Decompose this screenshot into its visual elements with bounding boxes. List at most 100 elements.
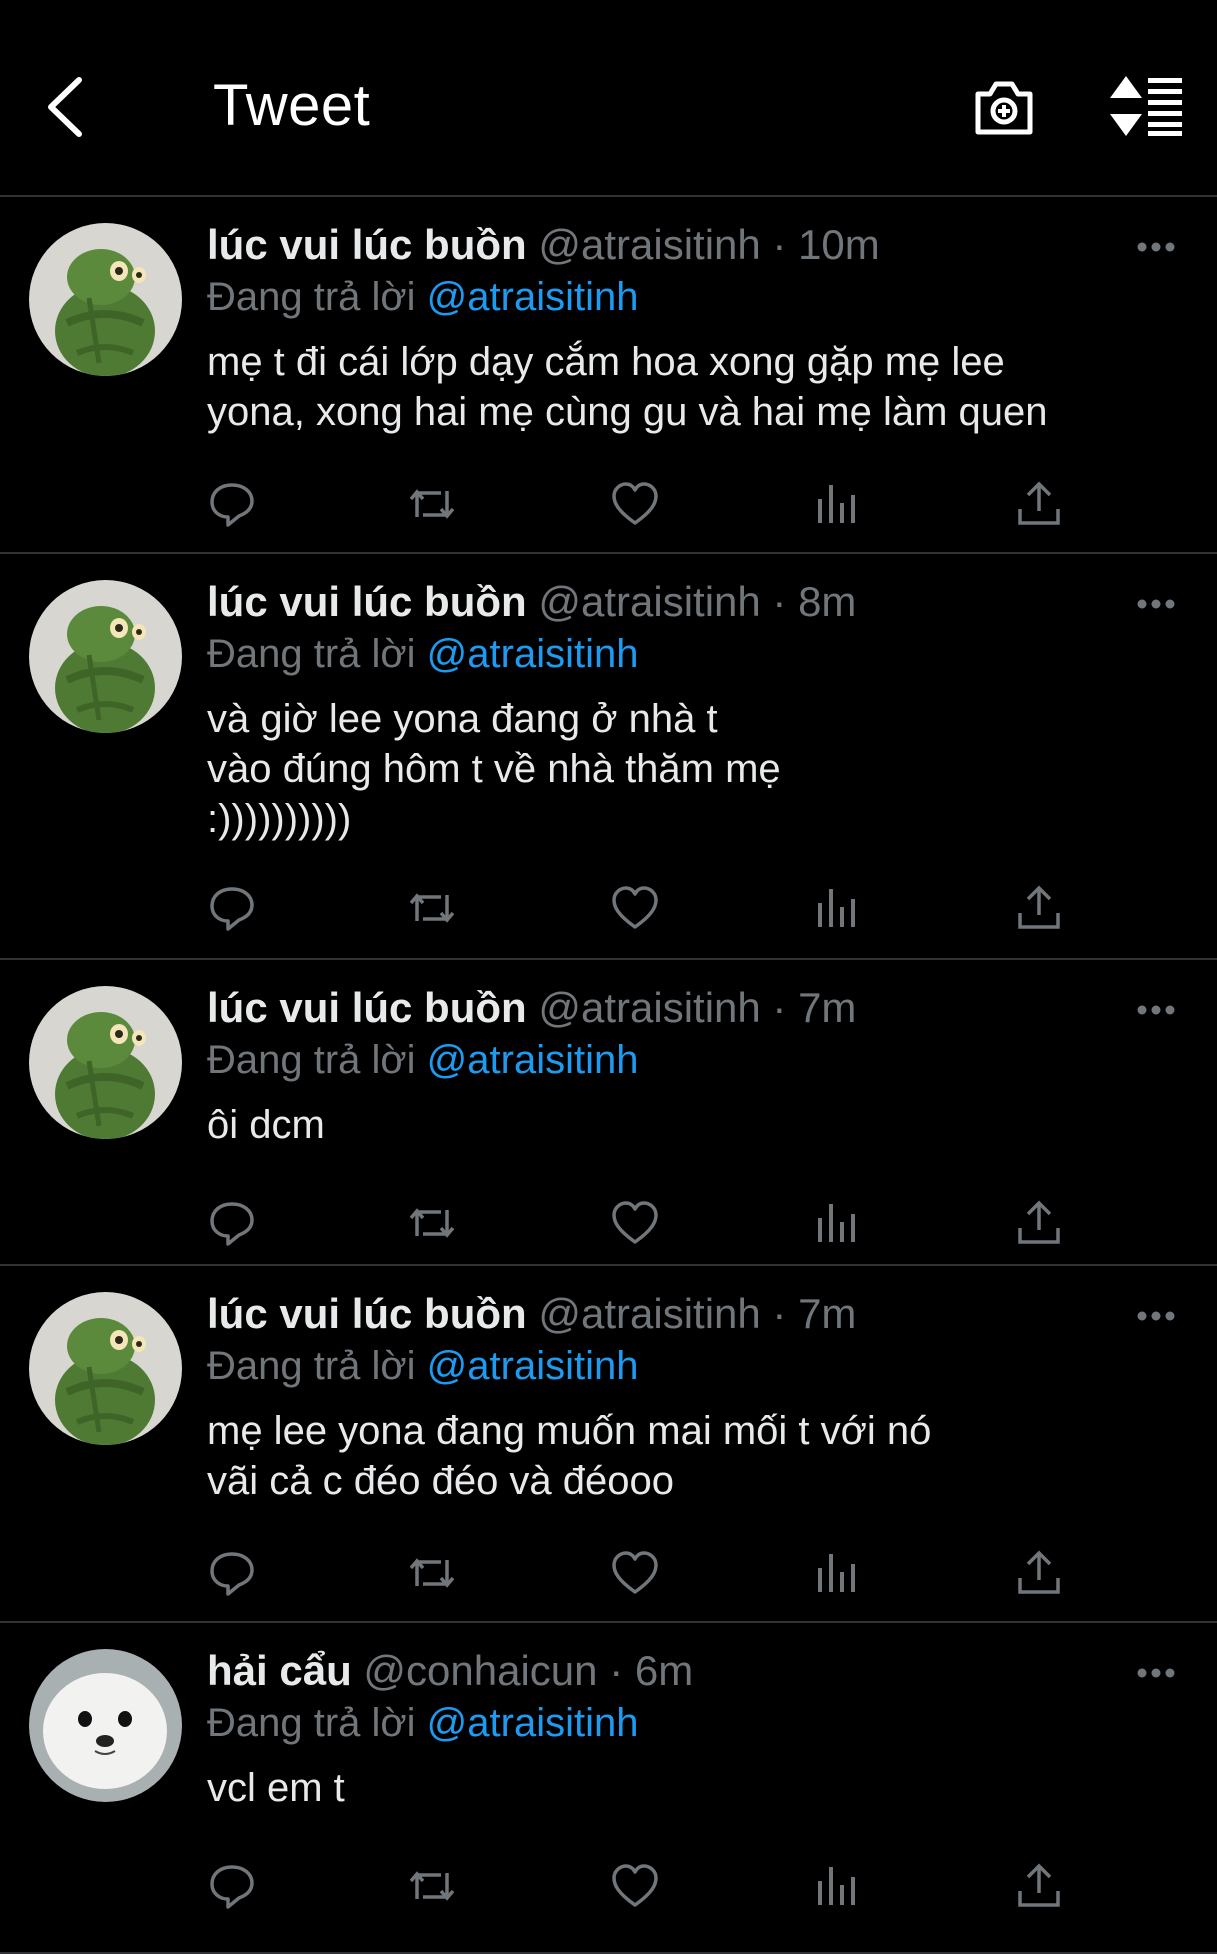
camera-add-button[interactable] <box>972 76 1036 140</box>
heart-icon <box>612 1864 658 1907</box>
user-handle[interactable]: @conhaicun <box>363 1647 597 1694</box>
share-icon <box>1018 481 1060 525</box>
avatar[interactable] <box>29 580 182 733</box>
retweet-icon <box>409 489 455 519</box>
like-button[interactable] <box>610 1861 660 1911</box>
heart-icon <box>612 1551 658 1594</box>
tweet-actions <box>207 479 1067 529</box>
tweet-header: hải cẩu @conhaicun · 6m <box>207 1645 693 1697</box>
tweet-header: lúc vui lúc buồn @atraisitinh · 10m <box>207 219 880 271</box>
reply-icon <box>210 1865 254 1909</box>
tweet[interactable]: lúc vui lúc buồn @atraisitinh · 7m Đang t… <box>0 1266 1217 1623</box>
user-handle[interactable]: @atraisitinh <box>538 1290 760 1337</box>
tweet-text: vcl em t <box>207 1766 345 1810</box>
reply-button[interactable] <box>207 883 257 933</box>
share-button[interactable] <box>1014 1198 1064 1248</box>
display-name[interactable]: lúc vui lúc buồn <box>207 984 527 1031</box>
reply-icon <box>210 887 254 931</box>
reply-button[interactable] <box>207 1198 257 1248</box>
replying-to-label: Đang trả lời <box>207 1701 416 1745</box>
retweet-button[interactable] <box>407 1548 457 1598</box>
more-options-button[interactable] <box>1136 1663 1176 1683</box>
replying-to-label: Đang trả lời <box>207 1038 416 1082</box>
tweet-header: lúc vui lúc buồn @atraisitinh · 7m <box>207 1288 856 1340</box>
replying-to-label: Đang trả lời <box>207 632 416 676</box>
avatar[interactable] <box>29 986 182 1139</box>
mention-link[interactable]: @atraisitinh <box>427 275 639 319</box>
replying-to-label: Đang trả lời <box>207 1344 416 1388</box>
frog-avatar-image <box>29 986 182 1139</box>
views-button[interactable] <box>812 1548 862 1598</box>
tweet[interactable]: hải cẩu @conhaicun · 6m Đang trả lời @atr… <box>0 1623 1217 1954</box>
tweet-actions <box>207 1861 1067 1911</box>
share-icon <box>1018 1863 1060 1907</box>
replying-to-label: Đang trả lời <box>207 275 416 319</box>
reply-icon <box>210 1202 254 1246</box>
retweet-button[interactable] <box>407 479 457 529</box>
reply-button[interactable] <box>207 1861 257 1911</box>
share-icon <box>1018 1200 1060 1244</box>
like-button[interactable] <box>610 883 660 933</box>
avatar[interactable] <box>29 1649 182 1802</box>
reply-icon <box>210 483 254 527</box>
user-handle[interactable]: @atraisitinh <box>538 221 760 268</box>
share-button[interactable] <box>1014 883 1064 933</box>
heart-icon <box>612 482 658 525</box>
tweet-header: lúc vui lúc buồn @atraisitinh · 7m <box>207 982 856 1034</box>
replying-to: Đang trả lời @atraisitinh <box>207 1697 638 1749</box>
more-dots-icon <box>1137 1668 1175 1678</box>
display-name[interactable]: lúc vui lúc buồn <box>207 578 527 625</box>
like-button[interactable] <box>610 1548 660 1598</box>
more-options-button[interactable] <box>1136 1306 1176 1326</box>
analytics-icon <box>818 1204 855 1242</box>
more-options-button[interactable] <box>1136 1000 1176 1020</box>
more-options-button[interactable] <box>1136 237 1176 257</box>
retweet-icon <box>409 1558 455 1588</box>
views-button[interactable] <box>812 1198 862 1248</box>
mention-link[interactable]: @atraisitinh <box>427 632 639 676</box>
avatar[interactable] <box>29 1292 182 1445</box>
avatar[interactable] <box>29 223 182 376</box>
tweet[interactable]: lúc vui lúc buồn @atraisitinh · 10m Đang … <box>0 197 1217 554</box>
share-button[interactable] <box>1014 1861 1064 1911</box>
analytics-icon <box>818 485 855 523</box>
camera-plus-icon <box>975 81 1033 135</box>
like-button[interactable] <box>610 1198 660 1248</box>
retweet-button[interactable] <box>407 883 457 933</box>
mention-link[interactable]: @atraisitinh <box>427 1701 639 1745</box>
tweet-text: mẹ lee yona đang muốn mai mối t với nó v… <box>207 1409 932 1503</box>
display-name[interactable]: lúc vui lúc buồn <box>207 1290 527 1337</box>
user-handle[interactable]: @atraisitinh <box>538 578 760 625</box>
more-dots-icon <box>1137 1005 1175 1015</box>
heart-icon <box>612 1201 658 1244</box>
tweet[interactable]: lúc vui lúc buồn @atraisitinh · 8m Đang t… <box>0 554 1217 960</box>
more-dots-icon <box>1137 1311 1175 1321</box>
display-name[interactable]: lúc vui lúc buồn <box>207 221 527 268</box>
mention-link[interactable]: @atraisitinh <box>427 1344 639 1388</box>
reply-icon <box>210 1552 254 1596</box>
tweet-text: ôi dcm <box>207 1103 325 1147</box>
tweet[interactable]: lúc vui lúc buồn @atraisitinh · 7m Đang t… <box>0 960 1217 1266</box>
user-handle[interactable]: @atraisitinh <box>538 984 760 1031</box>
like-button[interactable] <box>610 479 660 529</box>
retweet-button[interactable] <box>407 1861 457 1911</box>
views-button[interactable] <box>812 883 862 933</box>
mention-link[interactable]: @atraisitinh <box>427 1038 639 1082</box>
tweet-time: · 10m <box>772 221 880 268</box>
share-icon <box>1018 885 1060 929</box>
tweet-text: mẹ t đi cái lớp dạy cắm hoa xong gặp mẹ … <box>207 340 1048 434</box>
more-dots-icon <box>1137 242 1175 252</box>
views-button[interactable] <box>812 479 862 529</box>
sort-replies-button[interactable] <box>1108 76 1184 136</box>
retweet-button[interactable] <box>407 1198 457 1248</box>
reply-button[interactable] <box>207 1548 257 1598</box>
back-button[interactable] <box>40 72 90 142</box>
display-name[interactable]: hải cẩu <box>207 1647 352 1694</box>
replying-to: Đang trả lời @atraisitinh <box>207 628 638 680</box>
heart-icon <box>612 886 658 929</box>
views-button[interactable] <box>812 1861 862 1911</box>
more-options-button[interactable] <box>1136 594 1176 614</box>
share-button[interactable] <box>1014 1548 1064 1598</box>
reply-button[interactable] <box>207 479 257 529</box>
share-button[interactable] <box>1014 479 1064 529</box>
